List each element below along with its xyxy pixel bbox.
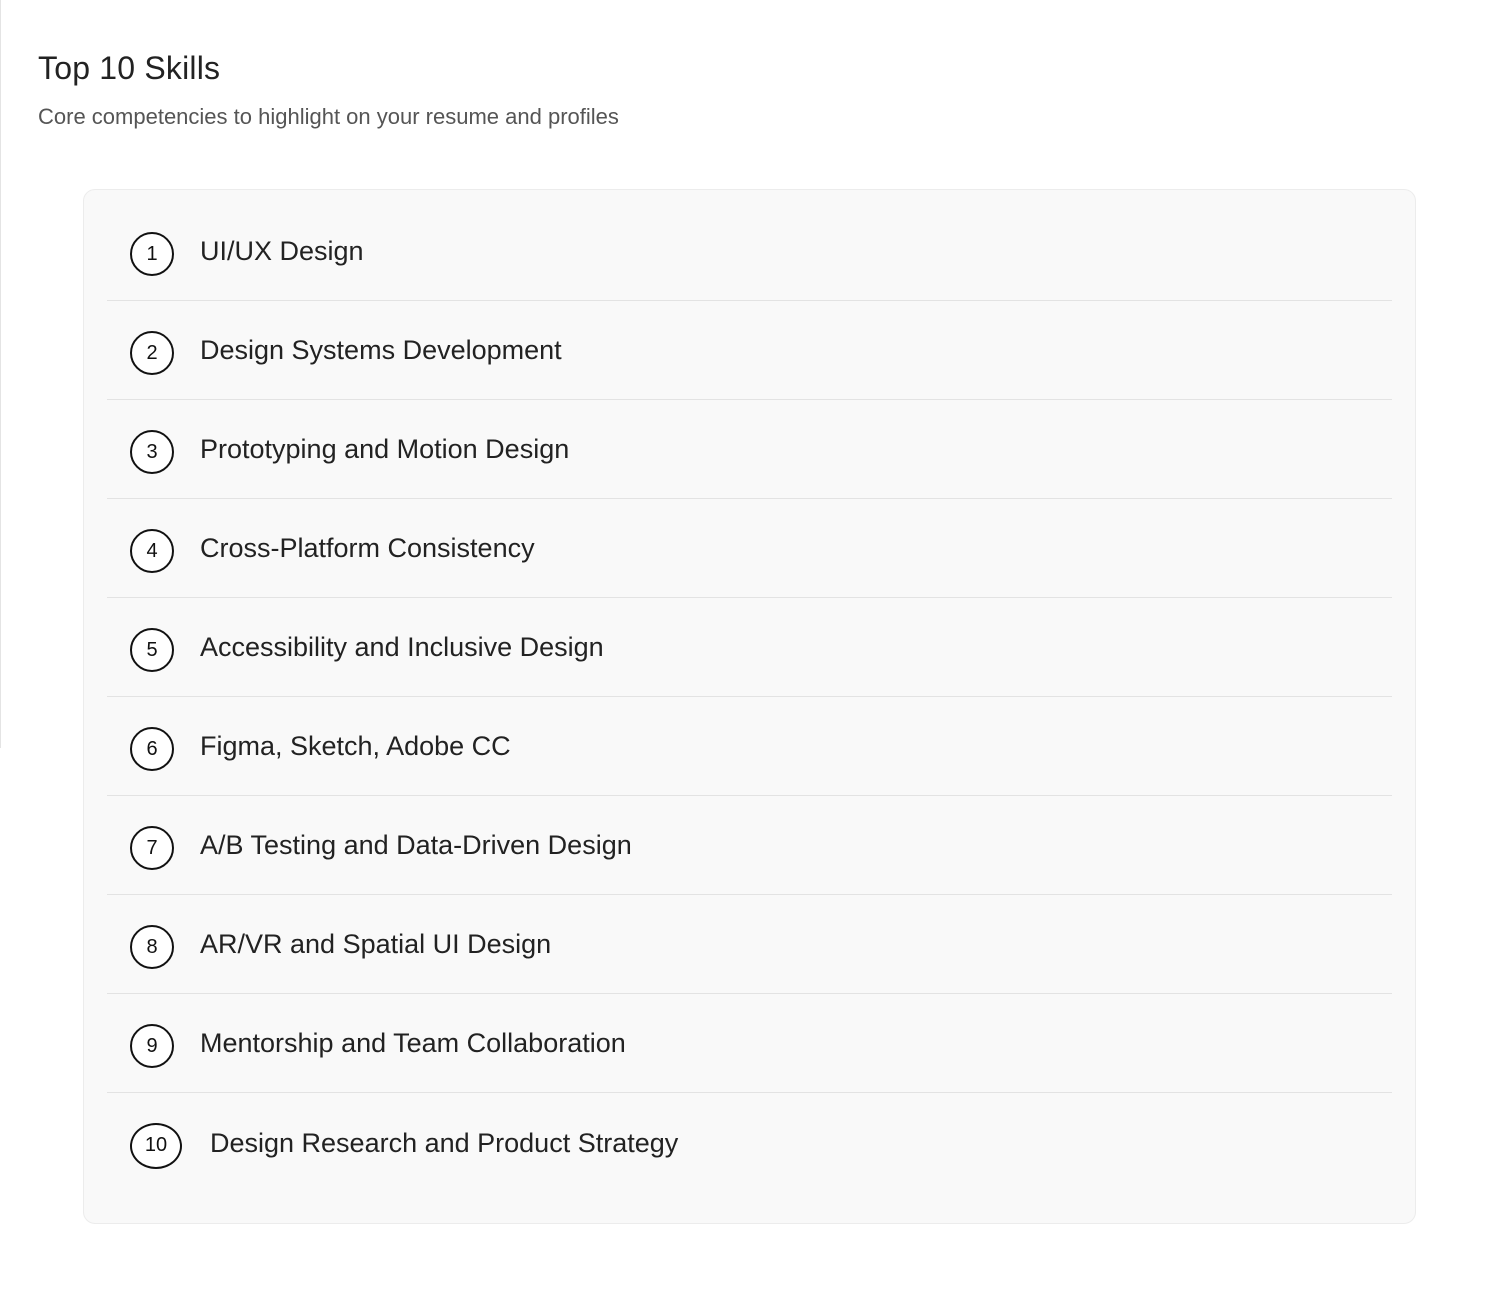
skill-rank-badge: 7 xyxy=(130,826,174,870)
skill-label: Cross-Platform Consistency xyxy=(200,533,535,563)
skill-item: 9 Mentorship and Team Collaboration xyxy=(107,994,1392,1093)
skill-rank-badge: 10 xyxy=(130,1122,182,1169)
skill-item: 10 Design Research and Product Strategy xyxy=(107,1093,1392,1192)
skill-item: 8 AR/VR and Spatial UI Design xyxy=(107,895,1392,994)
skill-item: 7 A/B Testing and Data-Driven Design xyxy=(107,796,1392,895)
skill-item: 5 Accessibility and Inclusive Design xyxy=(107,598,1392,697)
skill-rank-badge: 9 xyxy=(130,1024,174,1068)
skill-label: Accessibility and Inclusive Design xyxy=(200,632,604,662)
skills-list: 1 UI/UX Design 2 Design Systems Developm… xyxy=(107,202,1392,1192)
skills-card: 1 UI/UX Design 2 Design Systems Developm… xyxy=(83,189,1416,1224)
skill-label: Mentorship and Team Collaboration xyxy=(200,1028,626,1058)
skill-rank-badge: 2 xyxy=(130,331,174,375)
page-title: Top 10 Skills xyxy=(38,50,221,86)
skill-item: 2 Design Systems Development xyxy=(107,301,1392,400)
skill-label: Design Systems Development xyxy=(200,335,562,365)
skill-item: 1 UI/UX Design xyxy=(107,202,1392,301)
skill-label: A/B Testing and Data-Driven Design xyxy=(200,830,632,860)
skill-label: Prototyping and Motion Design xyxy=(200,434,570,464)
skill-rank-badge: 1 xyxy=(130,232,174,276)
skill-item: 4 Cross-Platform Consistency xyxy=(107,499,1392,598)
page-subtitle: Core competencies to highlight on your r… xyxy=(38,104,619,129)
skill-rank-badge: 3 xyxy=(130,430,174,474)
skill-label: Design Research and Product Strategy xyxy=(210,1127,679,1158)
skill-rank-badge: 4 xyxy=(130,529,174,573)
skill-item: 6 Figma, Sketch, Adobe CC xyxy=(107,697,1392,796)
skill-label: UI/UX Design xyxy=(200,236,364,266)
skill-rank-badge: 5 xyxy=(130,628,174,672)
skill-rank-badge: 8 xyxy=(130,925,174,969)
skill-item: 3 Prototyping and Motion Design xyxy=(107,400,1392,499)
skill-label: AR/VR and Spatial UI Design xyxy=(200,929,552,959)
left-edge-divider xyxy=(0,0,1,748)
skill-label: Figma, Sketch, Adobe CC xyxy=(200,731,511,761)
skill-rank-badge: 6 xyxy=(130,727,174,771)
